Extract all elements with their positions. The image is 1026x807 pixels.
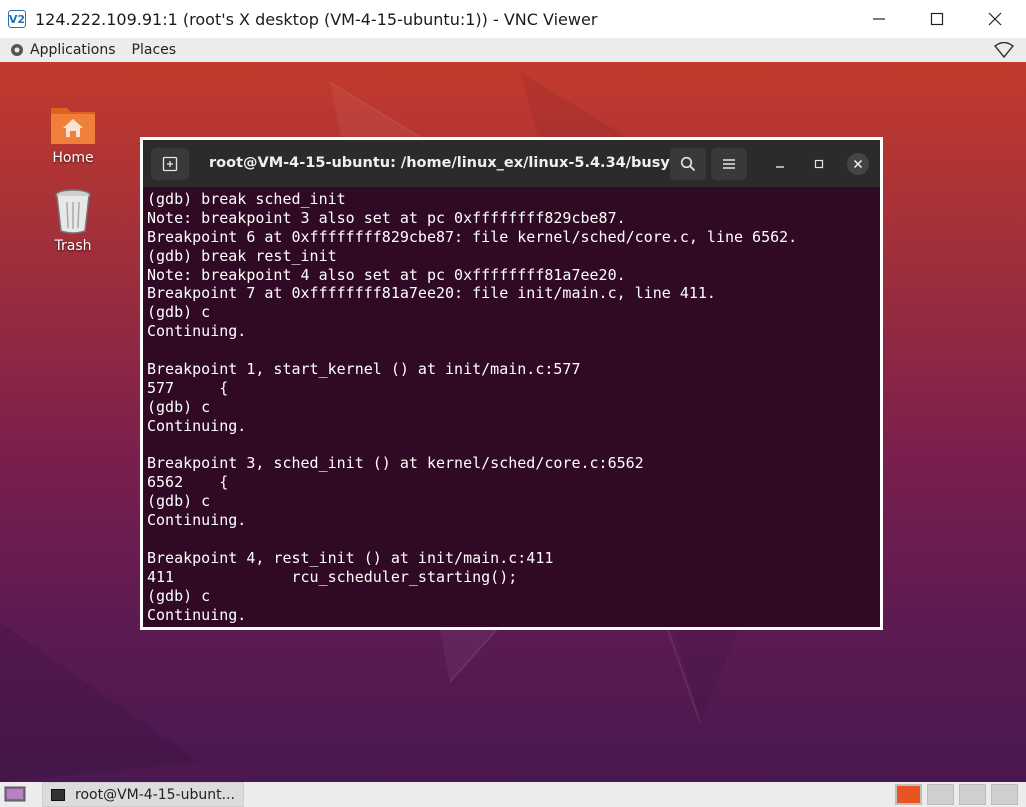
close-icon: [853, 159, 863, 169]
search-button[interactable]: [670, 148, 706, 180]
desktop: Home Trash root@VM-4-15-ubuntu: /home/li…: [0, 62, 1026, 782]
show-desktop-icon[interactable]: [4, 786, 26, 802]
terminal-line: Breakpoint 3, sched_init () at kernel/sc…: [147, 454, 644, 473]
terminal-header-bar[interactable]: root@VM-4-15-ubuntu: /home/linux_ex/linu…: [143, 140, 880, 187]
terminal-line: Breakpoint 4, rest_init () at init/main.…: [147, 548, 554, 567]
vnc-logo-icon: V2: [8, 10, 26, 28]
close-icon: [988, 12, 1002, 26]
vnc-titlebar: V2 124.222.109.91:1 (root's X desktop (V…: [0, 0, 1026, 38]
terminal-maximize-button[interactable]: [808, 153, 830, 175]
workspace-2[interactable]: [927, 784, 954, 805]
home-folder-icon: [51, 108, 95, 144]
terminal-line: Continuing.: [147, 511, 247, 530]
trash-icon: [55, 189, 91, 234]
search-icon: [680, 156, 696, 172]
apps-icon: [11, 44, 23, 56]
new-tab-icon: [162, 156, 178, 172]
terminal-window[interactable]: root@VM-4-15-ubuntu: /home/linux_ex/linu…: [140, 137, 883, 630]
network-icon[interactable]: [994, 42, 1014, 58]
workspace-3[interactable]: [959, 784, 986, 805]
terminal-icon: [51, 788, 65, 801]
terminal-line: 411 rcu_scheduler_starting();: [147, 567, 518, 586]
vnc-window-title: 124.222.109.91:1 (root's X desktop (VM-4…: [35, 9, 598, 29]
terminal-output[interactable]: (gdb) break sched_init Note: breakpoint 3…: [147, 190, 876, 624]
minimize-button[interactable]: [850, 0, 908, 38]
terminal-line: 6562 {: [147, 473, 229, 492]
terminal-line: Note: breakpoint 3 also set at pc 0xffff…: [147, 208, 626, 227]
desktop-icon-label: Trash: [54, 238, 92, 254]
maximize-icon: [930, 12, 944, 26]
maximize-button[interactable]: [908, 0, 966, 38]
taskbar-item-label: root@VM-4-15-ubunt...: [75, 786, 235, 803]
desktop-icon-label: Home: [52, 150, 94, 166]
hamburger-icon: [723, 159, 735, 169]
new-tab-button[interactable]: [151, 148, 189, 180]
taskbar-item-terminal[interactable]: root@VM-4-15-ubunt...: [42, 782, 244, 807]
terminal-line: (gdb) c: [147, 586, 211, 605]
bottom-panel: root@VM-4-15-ubunt...: [0, 782, 1026, 807]
terminal-line: Breakpoint 1, start_kernel () at init/ma…: [147, 360, 581, 379]
workspace-4[interactable]: [991, 784, 1018, 805]
terminal-minimize-button[interactable]: [769, 153, 791, 175]
applications-menu[interactable]: Applications: [30, 42, 116, 58]
minimize-icon: [873, 18, 885, 20]
maximize-icon: [814, 159, 824, 169]
terminal-line: (gdb) c: [147, 492, 211, 511]
terminal-line: Continuing.: [147, 416, 247, 435]
terminal-title: root@VM-4-15-ubuntu: /home/linux_ex/linu…: [209, 155, 707, 171]
terminal-line: Note: breakpoint 4 also set at pc 0xffff…: [147, 265, 626, 284]
close-button[interactable]: [966, 0, 1024, 38]
top-panel: Applications Places: [0, 38, 1026, 62]
terminal-line: Breakpoint 7 at 0xffffffff81a7ee20: file…: [147, 284, 716, 303]
terminal-line: (gdb) c: [147, 303, 211, 322]
hamburger-menu-button[interactable]: [711, 148, 747, 180]
minimize-icon: [776, 166, 784, 168]
terminal-close-button[interactable]: [847, 153, 869, 175]
terminal-line: 577 {: [147, 378, 229, 397]
desktop-icon-trash[interactable]: Trash: [33, 188, 113, 254]
terminal-line: Continuing.: [147, 605, 247, 624]
terminal-line: (gdb) break sched_init: [147, 190, 346, 208]
terminal-line: Continuing.: [147, 322, 247, 341]
terminal-line: (gdb) c: [147, 397, 211, 416]
terminal-line: (gdb) break rest_init: [147, 246, 337, 265]
desktop-icon-home[interactable]: Home: [33, 102, 113, 166]
terminal-line: Breakpoint 6 at 0xffffffff829cbe87: file…: [147, 227, 798, 246]
workspace-1[interactable]: [895, 784, 922, 805]
terminal-inner: root@VM-4-15-ubuntu: /home/linux_ex/linu…: [143, 140, 880, 627]
places-menu[interactable]: Places: [132, 42, 177, 58]
